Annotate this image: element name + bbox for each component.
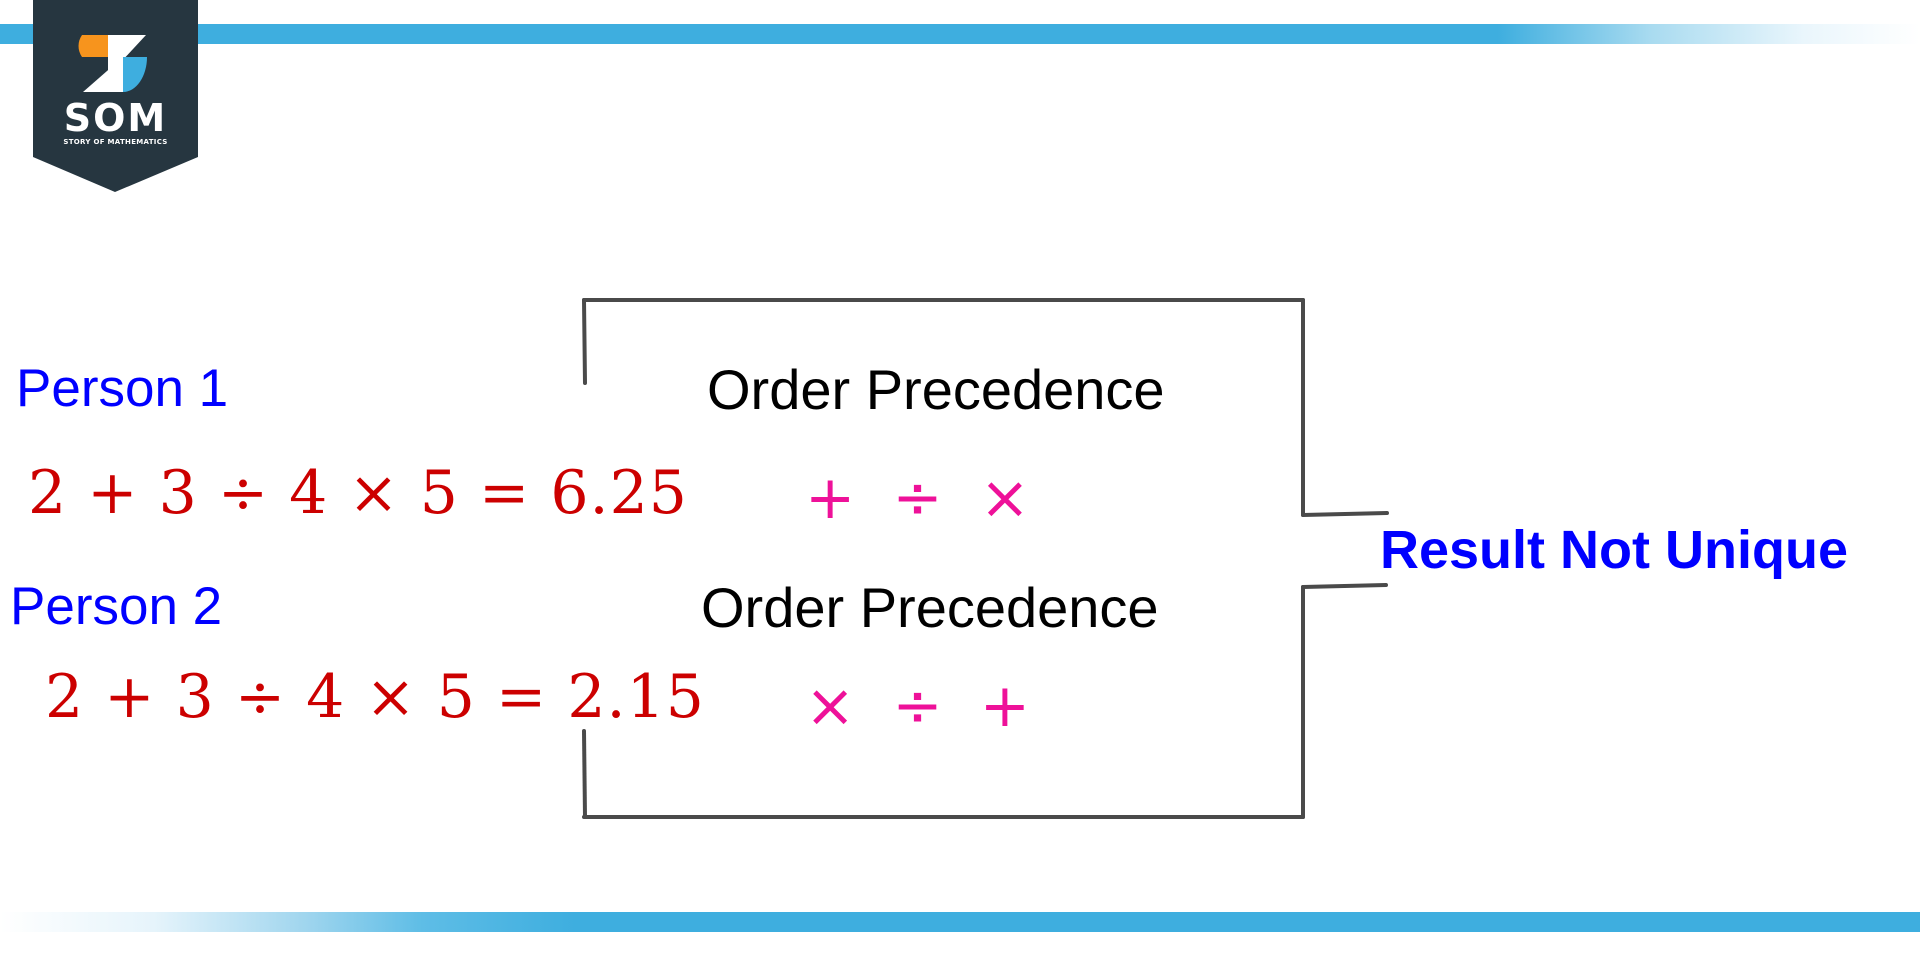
connector-upper [1301,511,1389,517]
person-2-label: Person 2 [10,577,223,636]
person-1-equation: 2 + 3 ÷ 4 × 5 = 6.25 [28,458,688,528]
frame-left-stub-top [582,298,587,385]
connector-lower [1301,583,1388,589]
result-not-unique-label: Result Not Unique [1380,520,1848,580]
order-precedence-title-1: Order Precedence [707,358,1165,421]
operator-order-1: + ÷ × [805,463,1030,533]
person-1-label: Person 1 [16,359,229,418]
person-2-equation: 2 + 3 ÷ 4 × 5 = 2.15 [45,662,705,732]
frame-left-stub-bottom [582,729,587,819]
order-precedence-title-2: Order Precedence [701,576,1159,639]
operator-order-2: × ÷ + [805,671,1030,741]
